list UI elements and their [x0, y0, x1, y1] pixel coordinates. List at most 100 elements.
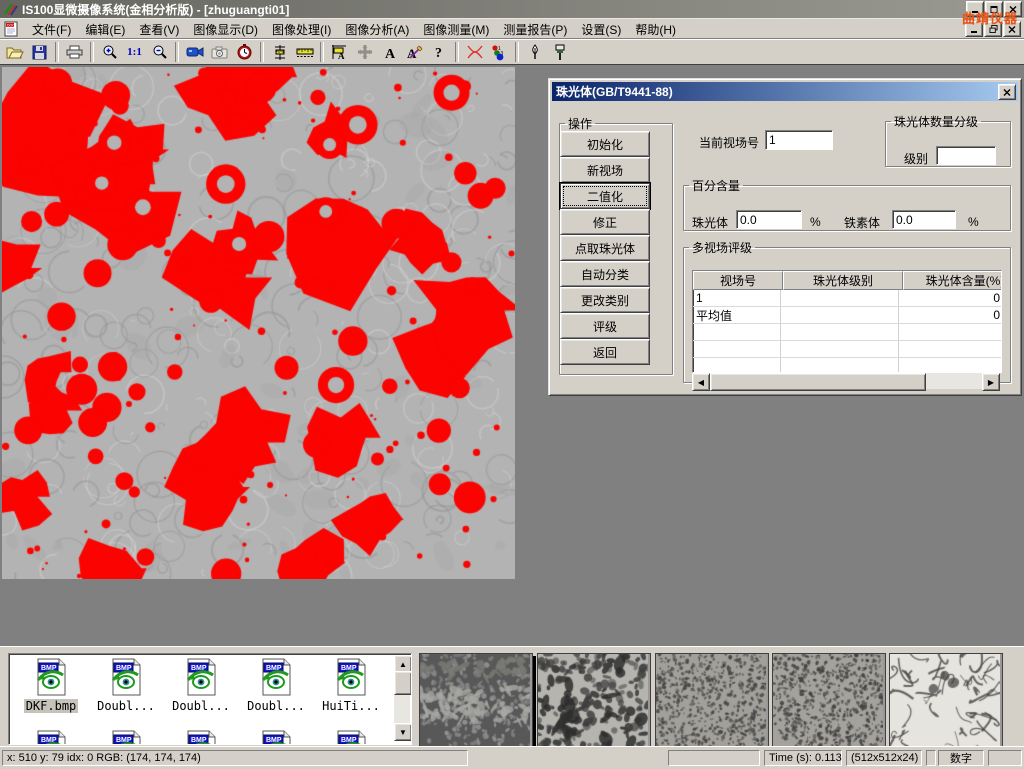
ruler-text-button[interactable]: A	[327, 41, 352, 64]
menu-image-processing[interactable]: 图像处理(I)	[265, 19, 338, 40]
thumbnail-4[interactable]	[772, 653, 886, 749]
toolbar-separator	[175, 42, 179, 62]
table-horizontal-scrollbar[interactable]: ◀ ▶	[692, 373, 1000, 389]
initialize-button[interactable]: 初始化	[560, 131, 650, 157]
menu-edit[interactable]: 编辑(E)	[78, 19, 132, 40]
file-browser[interactable]: BMP DKF.bmp BMP Doubl... BMP Doubl... BM…	[8, 653, 412, 745]
cell	[781, 307, 899, 323]
file-item[interactable]: BMP Doubl...	[165, 658, 237, 713]
menu-help[interactable]: 帮助(H)	[628, 19, 683, 40]
menu-image-display[interactable]: 图像显示(D)	[186, 19, 265, 40]
scroll-thumb[interactable]	[710, 373, 926, 391]
file-name[interactable]: Doubl...	[170, 699, 232, 713]
pearlite-percent-input[interactable]: 0.0	[736, 210, 802, 229]
open-button[interactable]	[2, 41, 27, 64]
curve-button[interactable]	[462, 41, 487, 64]
cell	[693, 324, 781, 340]
current-field-input[interactable]: 1	[765, 130, 833, 150]
percent-group: 百分含量 珠光体 0.0 % 铁素体 0.0 %	[683, 177, 1011, 231]
text-button[interactable]: A	[377, 41, 402, 64]
file-name[interactable]: HuiTi...	[320, 699, 382, 713]
file-vertical-scrollbar[interactable]: ▲ ▼	[394, 655, 410, 741]
new-field-button[interactable]: 新视场	[560, 157, 650, 183]
table-row[interactable]	[693, 324, 1001, 341]
scroll-right-button[interactable]: ▶	[982, 373, 1000, 391]
file-item[interactable]: BMP	[165, 730, 237, 745]
camera-button[interactable]	[207, 41, 232, 64]
grade-legend: 珠光体数量分级	[891, 113, 981, 130]
bmp-file-icon: BMP	[109, 730, 143, 745]
toolbar-separator	[455, 42, 459, 62]
color-dots-button[interactable]: 13	[487, 41, 512, 64]
return-button[interactable]: 返回	[560, 339, 650, 365]
scroll-left-button[interactable]: ◀	[692, 373, 710, 391]
menu-view[interactable]: 查看(V)	[132, 19, 186, 40]
metallographic-image[interactable]	[2, 67, 515, 579]
bmp-file-icon: BMP	[34, 730, 68, 745]
video-camera-button[interactable]	[182, 41, 207, 64]
bmp-file-icon: BMP	[184, 658, 218, 696]
print-button[interactable]	[62, 41, 87, 64]
ferrite-percent-input[interactable]: 0.0	[892, 210, 956, 229]
scroll-down-button[interactable]: ▼	[394, 723, 412, 741]
menu-image-analysis[interactable]: 图像分析(A)	[338, 19, 416, 40]
menu-file[interactable]: 文件(F)	[25, 19, 78, 40]
table-row[interactable]: 平均值 0.0	[693, 307, 1001, 324]
file-name[interactable]: DKF.bmp	[24, 699, 79, 713]
pick-pearlite-button[interactable]: 点取珠光体	[560, 235, 650, 261]
correct-button[interactable]: 修正	[560, 209, 650, 235]
table-row[interactable]	[693, 341, 1001, 358]
binarize-button[interactable]: 二值化	[560, 183, 650, 209]
thumbnail-5[interactable]	[889, 653, 1003, 749]
scroll-thumb[interactable]	[394, 671, 412, 695]
zoom-in-button[interactable]	[97, 41, 122, 64]
rate-button[interactable]: 评级	[560, 313, 650, 339]
text-edit-button[interactable]: A	[402, 41, 427, 64]
file-item[interactable]: BMP	[315, 730, 387, 745]
file-item[interactable]: BMP	[240, 730, 312, 745]
scroll-track[interactable]	[926, 373, 982, 389]
col-pearlite-content[interactable]: 珠光体含量(%)	[903, 271, 1002, 290]
menu-measure-report[interactable]: 测量报告(P)	[496, 19, 574, 40]
cell	[899, 324, 1002, 340]
thumbnail-1[interactable]	[419, 653, 533, 749]
menu-settings[interactable]: 设置(S)	[574, 19, 628, 40]
help-button[interactable]: ?	[427, 41, 452, 64]
vendor-watermark: 曲靖仪器	[962, 8, 1018, 27]
col-field-number[interactable]: 视场号	[693, 271, 783, 290]
timer-button[interactable]	[232, 41, 257, 64]
zoom-out-button[interactable]	[147, 41, 172, 64]
save-button[interactable]	[27, 41, 52, 64]
actual-size-button[interactable]: 1:1	[122, 41, 147, 64]
pen-button[interactable]	[522, 41, 547, 64]
dialog-title-bar[interactable]: 珠光体(GB/T9441-88)	[552, 82, 1018, 101]
brush-button[interactable]	[547, 41, 572, 64]
menu-image-measure[interactable]: 图像测量(M)	[416, 19, 496, 40]
thumbnail-3[interactable]	[655, 653, 769, 749]
cell	[781, 290, 899, 306]
auto-classify-button[interactable]: 自动分类	[560, 261, 650, 287]
file-item[interactable]: BMP	[15, 730, 87, 745]
bmp-file-icon: BMP	[34, 658, 68, 696]
file-name[interactable]: Doubl...	[245, 699, 307, 713]
move-button[interactable]	[352, 41, 377, 64]
table-row[interactable]: 1 0.0	[693, 290, 1001, 307]
file-item[interactable]: BMP Doubl...	[240, 658, 312, 713]
bmp-file-icon: BMP	[334, 730, 368, 745]
bmp-file-icon: BMP	[109, 658, 143, 696]
col-pearlite-grade[interactable]: 珠光体级别	[783, 271, 903, 290]
ruler-vertical-button[interactable]	[267, 41, 292, 64]
file-item[interactable]: BMP	[90, 730, 162, 745]
grade-input[interactable]	[936, 146, 996, 165]
file-item[interactable]: BMP DKF.bmp	[15, 658, 87, 713]
ruler-horizontal-button[interactable]	[292, 41, 317, 64]
file-item[interactable]: BMP Doubl...	[90, 658, 162, 713]
table-row[interactable]	[693, 358, 1001, 373]
bmp-file-icon: BMP	[184, 730, 218, 745]
file-item[interactable]: BMP HuiTi...	[315, 658, 387, 713]
thumbnail-2[interactable]	[537, 653, 651, 749]
file-name[interactable]: Doubl...	[95, 699, 157, 713]
change-class-button[interactable]: 更改类别	[560, 287, 650, 313]
dialog-close-button[interactable]	[998, 84, 1016, 100]
rating-table[interactable]: 视场号 珠光体级别 珠光体含量(%) 铁素体 1 0.0 平均值 0.0	[692, 270, 1002, 373]
